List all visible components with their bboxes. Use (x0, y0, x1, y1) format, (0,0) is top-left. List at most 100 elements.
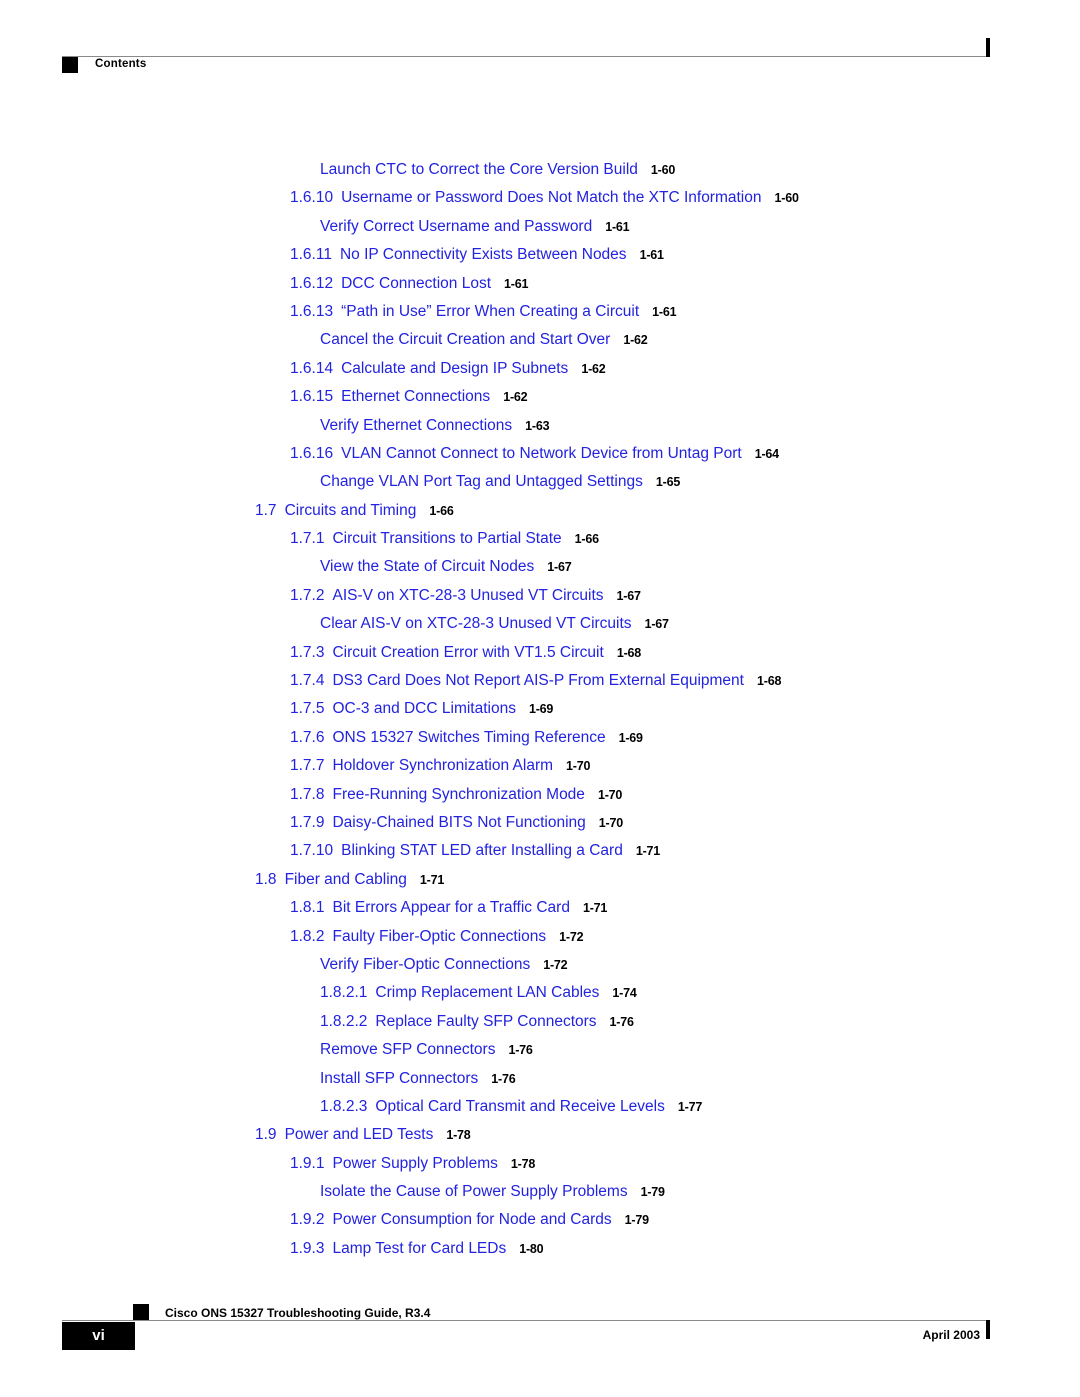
footer-page-number: vi (92, 1327, 105, 1344)
toc-entry[interactable]: 1.6.14 Calculate and Design IP Subnets 1-6… (0, 355, 1080, 383)
toc-entry-page-number: 1-60 (774, 191, 799, 206)
toc-entry[interactable]: 1.7.2 AIS-V on XTC-28-3 Unused VT Circuit… (0, 582, 1080, 610)
toc-entry-title: Bit Errors Appear for a Traffic Card (332, 899, 570, 917)
toc-entry[interactable]: 1.7.10 Blinking STAT LED after Installing… (0, 837, 1080, 865)
toc-entry[interactable]: 1.6.15 Ethernet Connections 1-62 (0, 383, 1080, 411)
footer-date: April 2003 (922, 1328, 980, 1342)
toc-entry-page-number: 1-74 (612, 986, 637, 1001)
toc-entry-page-number: 1-76 (508, 1043, 533, 1058)
toc-entry-page-number: 1-67 (616, 588, 641, 603)
toc-entry-page-number: 1-76 (491, 1071, 516, 1086)
toc-entry-title: Power Supply Problems (332, 1154, 498, 1172)
toc-entry[interactable]: 1.8 Fiber and Cabling 1-71 (0, 866, 1080, 894)
header-right-tick-mark (986, 38, 990, 57)
toc-entry-title: Isolate the Cause of Power Supply Proble… (320, 1183, 628, 1201)
toc-entry-number: 1.7.5 (290, 700, 325, 718)
table-of-contents: Launch CTC to Correct the Core Version B… (0, 156, 1080, 1263)
toc-entry-number: 1.8.2 (290, 927, 325, 945)
toc-entry-number: 1.6.14 (290, 359, 334, 377)
toc-entry-title: Power Consumption for Node and Cards (332, 1211, 612, 1229)
toc-entry-title: Clear AIS-V on XTC-28-3 Unused VT Circui… (320, 615, 632, 633)
toc-entry-title: “Path in Use” Error When Creating a Circ… (341, 302, 640, 320)
toc-entry-page-number: 1-80 (519, 1241, 544, 1256)
toc-entry[interactable]: Change VLAN Port Tag and Untagged Settin… (0, 468, 1080, 496)
toc-entry-title: Ethernet Connections (341, 388, 491, 406)
toc-entry-title: Replace Faulty SFP Connectors (375, 1012, 597, 1030)
toc-entry-title: Circuit Transitions to Partial State (332, 530, 562, 548)
toc-entry[interactable]: Clear AIS-V on XTC-28-3 Unused VT Circui… (0, 610, 1080, 638)
toc-entry-title: Daisy-Chained BITS Not Functioning (332, 813, 586, 831)
toc-entry[interactable]: 1.6.16 VLAN Cannot Connect to Network Dev… (0, 440, 1080, 468)
toc-entry-page-number: 1-72 (543, 957, 568, 972)
toc-entry-title: Verify Fiber-Optic Connections (320, 955, 531, 973)
header-section-label: Contents (95, 58, 147, 70)
toc-entry-number: 1.6.10 (290, 189, 334, 207)
toc-entry-page-number: 1-67 (547, 560, 572, 575)
toc-entry[interactable]: Verify Correct Username and Password 1-61 (0, 213, 1080, 241)
toc-entry-number: 1.7.4 (290, 672, 325, 690)
toc-entry[interactable]: 1.8.1 Bit Errors Appear for a Traffic Car… (0, 894, 1080, 922)
toc-entry[interactable]: 1.8.2.2 Replace Faulty SFP Connectors 1-76 (0, 1008, 1080, 1036)
toc-entry[interactable]: Remove SFP Connectors 1-76 (0, 1036, 1080, 1064)
toc-entry-page-number: 1-65 (655, 475, 681, 490)
toc-entry-number: 1.6.15 (290, 388, 334, 406)
toc-entry-title: Circuit Creation Error with VT1.5 Circui… (332, 643, 604, 661)
toc-entry-page-number: 1-68 (616, 645, 642, 660)
toc-entry-page-number: 1-61 (652, 304, 677, 319)
toc-entry[interactable]: Launch CTC to Correct the Core Version B… (0, 156, 1080, 184)
toc-entry[interactable]: 1.6.12 DCC Connection Lost 1-61 (0, 270, 1080, 298)
toc-entry-number: 1.7.8 (290, 785, 325, 803)
toc-entry[interactable]: View the State of Circuit Nodes 1-67 (0, 553, 1080, 581)
toc-entry[interactable]: 1.6.11 No IP Connectivity Exists Between … (0, 241, 1080, 269)
toc-entry-number: 1.8 (255, 870, 277, 888)
toc-entry-number: 1.6.16 (290, 444, 334, 462)
toc-entry[interactable]: 1.6.10 Username or Password Does Not Matc… (0, 184, 1080, 212)
toc-entry[interactable]: 1.6.13 “Path in Use” Error When Creating … (0, 298, 1080, 326)
toc-entry-page-number: 1-61 (504, 276, 529, 291)
toc-entry[interactable]: 1.9.1 Power Supply Problems 1-78 (0, 1150, 1080, 1178)
toc-entry[interactable]: 1.9.3 Lamp Test for Card LEDs 1-80 (0, 1235, 1080, 1263)
toc-entry[interactable]: 1.8.2 Faulty Fiber-Optic Connections 1-72 (0, 923, 1080, 951)
toc-entry-page-number: 1-78 (510, 1156, 536, 1171)
toc-entry[interactable]: 1.9.2 Power Consumption for Node and Card… (0, 1206, 1080, 1234)
toc-entry-title: AIS-V on XTC-28-3 Unused VT Circuits (332, 586, 604, 604)
toc-entry-page-number: 1-63 (525, 418, 550, 433)
toc-entry-title: Username or Password Does Not Match the … (341, 189, 762, 207)
toc-entry-number: 1.9.2 (290, 1211, 325, 1229)
footer-rule (62, 1320, 988, 1321)
toc-entry-page-number: 1-77 (677, 1099, 703, 1114)
toc-entry[interactable]: 1.7.4 DS3 Card Does Not Report AIS-P From… (0, 667, 1080, 695)
toc-entry[interactable]: 1.7.6 ONS 15327 Switches Timing Reference… (0, 724, 1080, 752)
toc-entry-title: Launch CTC to Correct the Core Version B… (320, 161, 638, 178)
toc-entry-page-number: 1-71 (635, 844, 661, 859)
toc-entry-number: 1.7.1 (290, 530, 325, 548)
toc-entry-title: Verify Correct Username and Password (320, 217, 593, 235)
toc-entry-title: Remove SFP Connectors (320, 1041, 496, 1059)
footer-right-tick-mark (986, 1320, 990, 1339)
toc-entry[interactable]: 1.7.5 OC-3 and DCC Limitations 1-69 (0, 695, 1080, 723)
toc-entry[interactable]: 1.9 Power and LED Tests 1-78 (0, 1121, 1080, 1149)
toc-entry-page-number: 1-78 (446, 1128, 471, 1143)
toc-entry[interactable]: Verify Fiber-Optic Connections 1-72 (0, 951, 1080, 979)
toc-entry[interactable]: 1.7.8 Free-Running Synchronization Mode 1-… (0, 781, 1080, 809)
toc-entry[interactable]: Cancel the Circuit Creation and Start Ov… (0, 326, 1080, 354)
toc-entry[interactable]: 1.8.2.1 Crimp Replacement LAN Cables 1-74 (0, 979, 1080, 1007)
toc-entry-title: ONS 15327 Switches Timing Reference (332, 728, 606, 746)
toc-entry[interactable]: Isolate the Cause of Power Supply Proble… (0, 1178, 1080, 1206)
toc-entry[interactable]: Install SFP Connectors 1-76 (0, 1065, 1080, 1093)
toc-entry-page-number: 1-71 (419, 872, 445, 887)
toc-entry-page-number: 1-72 (559, 929, 584, 944)
toc-entry-page-number: 1-61 (639, 248, 664, 263)
toc-entry[interactable]: 1.8.2.3 Optical Card Transmit and Receive… (0, 1093, 1080, 1121)
toc-entry[interactable]: 1.7.9 Daisy-Chained BITS Not Functioning 1… (0, 809, 1080, 837)
toc-entry[interactable]: 1.7.3 Circuit Creation Error with VT1.5 C… (0, 639, 1080, 667)
toc-entry-title: Cancel the Circuit Creation and Start Ov… (320, 331, 611, 349)
toc-entry-page-number: 1-76 (609, 1014, 634, 1029)
toc-entry[interactable]: Verify Ethernet Connections 1-63 (0, 412, 1080, 440)
toc-entry-number: 1.9.3 (290, 1239, 325, 1257)
toc-entry-page-number: 1-70 (566, 759, 591, 774)
toc-entry[interactable]: 1.7 Circuits and Timing 1-66 (0, 497, 1080, 525)
toc-entry[interactable]: 1.7.7 Holdover Synchronization Alarm 1-70 (0, 752, 1080, 780)
toc-entry-number: 1.8.2.2 (320, 1012, 368, 1030)
toc-entry[interactable]: 1.7.1 Circuit Transitions to Partial Stat… (0, 525, 1080, 553)
